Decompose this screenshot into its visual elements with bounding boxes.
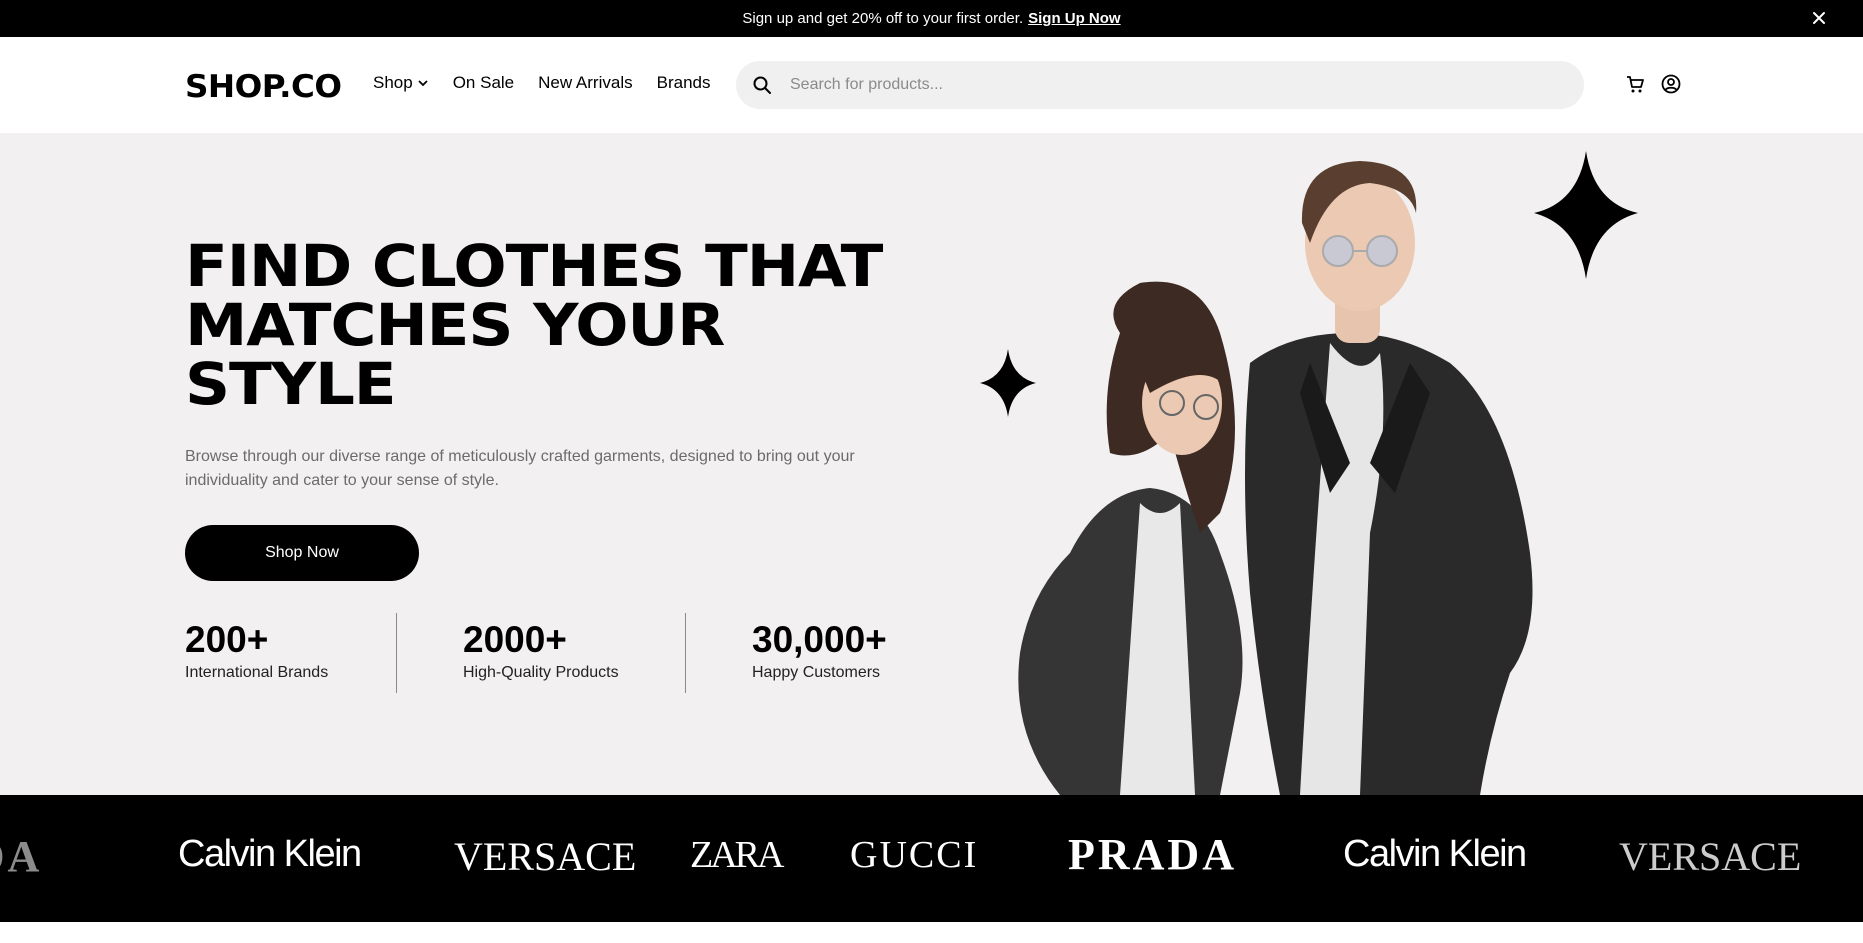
- brand-logo-calvin-klein: Calvin Klein: [1343, 833, 1527, 875]
- nav-item-on-sale[interactable]: On Sale: [453, 73, 514, 93]
- site-header: SHOP.CO Shop On Sale New Arrivals Brands: [0, 37, 1863, 133]
- hero-subtitle: Browse through our diverse range of meti…: [185, 448, 855, 489]
- man-jacket: [1245, 333, 1533, 795]
- nav-label-on-sale: On Sale: [452, 73, 515, 92]
- stat-label: Happy Customers: [752, 664, 881, 681]
- main-nav: Shop On Sale New Arrivals Brands: [373, 73, 710, 93]
- hero-section: FIND CLOTHES THAT MATCHES YOUR STYLE Bro…: [0, 133, 1863, 795]
- sparkle-icon: [980, 349, 1036, 417]
- nav-label-shop: Shop: [373, 73, 413, 92]
- stat-customers: 30,000+ Happy Customers: [752, 620, 887, 682]
- close-icon[interactable]: [1811, 10, 1827, 26]
- stat-value: 30,000+: [752, 619, 887, 660]
- announcement-bar: Sign up and get 20% off to your first or…: [0, 0, 1863, 37]
- nav-item-shop[interactable]: Shop: [373, 73, 429, 93]
- site-logo[interactable]: SHOP.CO: [185, 69, 342, 105]
- headline-line-1: FIND CLOTHES THAT: [185, 232, 883, 300]
- header-icons: [1624, 73, 1682, 95]
- brand-logo-prada: PRADA: [1068, 830, 1237, 879]
- search-bar: [736, 61, 1584, 109]
- nav-label-brands: Brands: [656, 73, 711, 92]
- announcement-text: Sign up and get 20% off to your first or…: [742, 10, 1024, 27]
- stat-label: International Brands: [185, 664, 329, 681]
- brand-logo-versace: VERSACE: [454, 834, 637, 879]
- brand-logo-zara: ZARA: [690, 834, 784, 876]
- search-input[interactable]: [790, 76, 1490, 94]
- sparkle-icon: [1534, 151, 1638, 279]
- stat-brands: 200+ International Brands: [185, 620, 328, 682]
- chevron-down-icon: [418, 80, 428, 87]
- search-icon: [753, 76, 771, 94]
- stat-value: 2000+: [463, 619, 567, 660]
- shop-now-button[interactable]: Shop Now: [185, 525, 419, 581]
- brand-logo-gucci: GUCCI: [850, 834, 979, 876]
- headline-line-2: MATCHES YOUR: [185, 291, 725, 359]
- stat-divider: [685, 613, 686, 693]
- brand-logo-calvin-klein: Calvin Klein: [178, 833, 362, 875]
- cart-icon[interactable]: [1624, 73, 1646, 95]
- stat-divider: [396, 613, 397, 693]
- nav-label-new-arrivals: New Arrivals: [538, 73, 633, 92]
- nav-item-brands[interactable]: Brands: [657, 73, 711, 93]
- sign-up-link[interactable]: Sign Up Now: [1028, 10, 1121, 27]
- brands-strip: ADA Calvin Klein VERSACE ZARA GUCCI PRAD…: [0, 795, 1863, 922]
- stat-products: 2000+ High-Quality Products: [463, 620, 619, 682]
- nav-item-new-arrivals[interactable]: New Arrivals: [538, 73, 632, 93]
- account-icon[interactable]: [1660, 73, 1682, 95]
- hero-headline: FIND CLOTHES THAT MATCHES YOUR STYLE: [185, 237, 941, 414]
- stat-value: 200+: [185, 619, 269, 660]
- headline-line-3: STYLE: [185, 350, 397, 418]
- brand-logo-versace: VERSACE: [1619, 834, 1802, 879]
- brand-logo-prada: ADA: [0, 832, 43, 881]
- stat-label: High-Quality Products: [463, 664, 619, 681]
- hero-image: [980, 151, 1638, 795]
